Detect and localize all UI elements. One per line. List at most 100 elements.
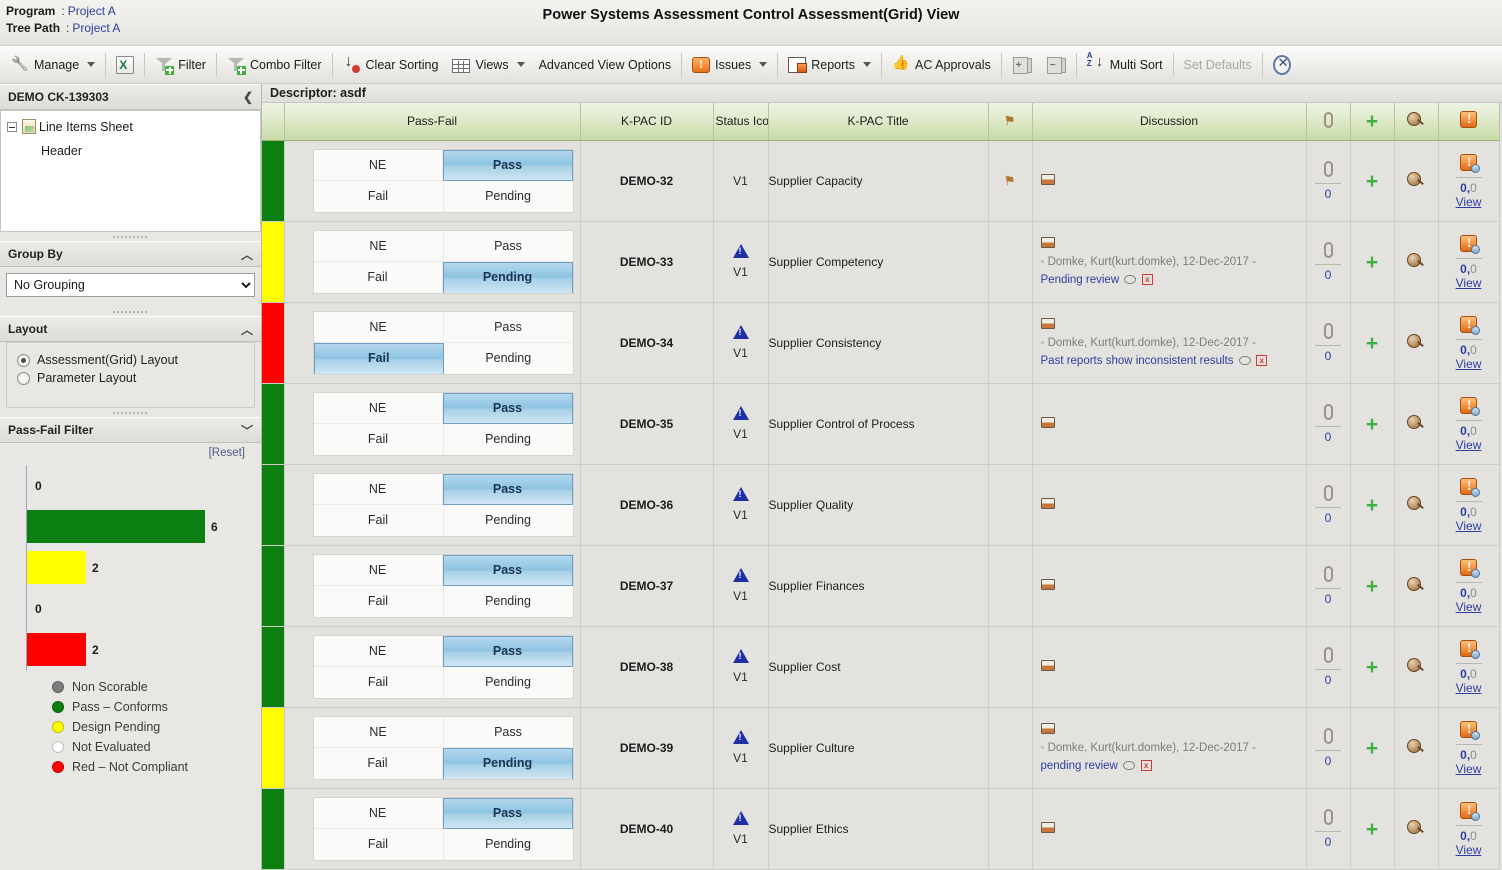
view-issues-link[interactable]: View [1456, 438, 1482, 452]
paperclip-icon[interactable] [1323, 242, 1333, 258]
flag-cell[interactable] [988, 545, 1033, 627]
discussion-icon[interactable] [1040, 236, 1055, 248]
pass-fail-option-ne[interactable]: NE [313, 393, 443, 424]
toolbar-filter-button[interactable]: Filter [148, 50, 213, 80]
attachment-cell[interactable]: 0 [1306, 140, 1351, 222]
pass-fail-option-pass[interactable]: Pass [442, 474, 573, 505]
tree-node-header[interactable]: Header [41, 144, 254, 158]
tree-panel-header[interactable]: DEMO CK-139303 ❮ [0, 84, 261, 110]
magnifier-icon[interactable] [1407, 414, 1425, 431]
issue-icon[interactable] [1460, 477, 1480, 497]
issues-cell[interactable]: 0,0View [1438, 302, 1500, 384]
kpac-id-link[interactable]: DEMO-39 [580, 707, 714, 789]
pass-fail-option-pass[interactable]: Pass [442, 393, 573, 424]
toolbar-close-button[interactable] [1266, 50, 1298, 80]
pass-fail-option-fail[interactable]: Fail [313, 181, 444, 212]
issues-cell[interactable]: 0,0View [1438, 140, 1500, 222]
comment-bubble-icon[interactable] [1238, 355, 1251, 365]
attachment-cell[interactable]: 0 [1306, 464, 1351, 546]
magnifier-icon[interactable] [1407, 171, 1425, 188]
plus-icon[interactable]: + [1366, 737, 1378, 760]
panel-resize-grip[interactable] [0, 307, 261, 316]
plus-icon[interactable]: + [1366, 818, 1378, 841]
pass-fail-option-ne[interactable]: NE [313, 555, 443, 586]
discussion-icon[interactable] [1040, 722, 1055, 734]
inspect-button[interactable] [1394, 788, 1439, 870]
table-row[interactable]: NEPassFailPendingDEMO-39 V1 Supplier Cultu… [262, 707, 1500, 789]
warning-icon[interactable] [732, 567, 749, 582]
chart-bar[interactable] [27, 510, 205, 543]
inspect-button[interactable] [1394, 302, 1439, 384]
issue-icon[interactable] [1460, 558, 1480, 578]
view-issues-link[interactable]: View [1456, 762, 1482, 776]
flag-cell[interactable] [988, 707, 1033, 789]
paperclip-icon[interactable] [1323, 728, 1333, 744]
plus-icon[interactable]: + [1366, 494, 1378, 517]
kpac-id-link[interactable]: DEMO-33 [580, 221, 714, 303]
pass-fail-option-fail[interactable]: Fail [313, 343, 444, 374]
layout-option-assessment-grid[interactable]: Assessment(Grid) Layout [17, 353, 250, 367]
pass-fail-option-pass[interactable]: Pass [442, 555, 573, 586]
view-issues-link[interactable]: View [1456, 519, 1482, 533]
add-row-button[interactable]: + [1350, 707, 1395, 789]
table-row[interactable]: NEPassFailPendingDEMO-38 V1 Supplier Cost 0… [262, 626, 1500, 708]
issues-cell[interactable]: 0,0View [1438, 788, 1500, 870]
discussion-icon[interactable] [1040, 659, 1055, 671]
chart-bar-row[interactable]: 6 [27, 506, 253, 547]
column-header-kpac-title[interactable]: K-PAC Title [768, 102, 989, 141]
toolbar-combo-filter-button[interactable]: Combo Filter [220, 50, 329, 80]
flag-cell[interactable] [988, 302, 1033, 384]
chart-bar-row[interactable]: 0 [27, 465, 253, 506]
column-header-status-icon[interactable]: Status Ico [713, 102, 769, 141]
discussion-text[interactable]: pending review [1041, 760, 1118, 772]
warning-icon[interactable] [732, 648, 749, 663]
pass-fail-option-pending[interactable]: Pending [443, 667, 573, 698]
magnifier-icon[interactable] [1407, 738, 1425, 755]
table-row[interactable]: NEPassFailPendingDEMO-36 V1 Supplier Quali… [262, 464, 1500, 546]
table-row[interactable]: NE Pass Fail Pending DEMO-32 V1 Supplier Capac… [262, 140, 1500, 222]
discussion-icon[interactable] [1040, 416, 1055, 428]
flag-cell[interactable] [988, 221, 1033, 303]
add-row-button[interactable]: + [1350, 626, 1395, 708]
pass-fail-option-pending[interactable]: Pending [443, 505, 573, 536]
pass-fail-option-ne[interactable]: NE [313, 312, 444, 343]
magnifier-icon[interactable] [1407, 495, 1425, 512]
kpac-id-link[interactable]: DEMO-32 [580, 140, 714, 222]
view-issues-link[interactable]: View [1456, 195, 1482, 209]
pass-fail-option-ne[interactable]: NE [313, 636, 443, 667]
table-row[interactable]: NEPassFailPendingDEMO-33 V1 Supplier Compe… [262, 221, 1500, 303]
chevron-left-icon[interactable]: ❮ [243, 90, 253, 104]
tree-node-line-items-sheet[interactable]: Line Items Sheet [7, 119, 254, 134]
pass-fail-option-ne[interactable]: NE [313, 798, 443, 829]
discussion-icon[interactable] [1040, 821, 1055, 833]
toolbar-add-copy-button[interactable]: + [1005, 50, 1039, 80]
chart-bar-row[interactable]: 2 [27, 629, 253, 670]
layout-header[interactable]: Layout ︿ [0, 316, 261, 342]
kpac-id-link[interactable]: DEMO-40 [580, 788, 714, 870]
discussion-icon[interactable] [1040, 173, 1055, 185]
flag-cell[interactable] [988, 788, 1033, 870]
magnifier-icon[interactable] [1407, 333, 1425, 350]
table-row[interactable]: NEPassFailPendingDEMO-37 V1 Supplier Finan… [262, 545, 1500, 627]
panel-resize-grip[interactable] [0, 408, 261, 417]
table-row[interactable]: NEPassFailPendingDEMO-35 V1 Supplier Contr… [262, 383, 1500, 465]
kpac-id-link[interactable]: DEMO-34 [580, 302, 714, 384]
issue-icon[interactable] [1460, 720, 1480, 740]
pass-fail-option-pending[interactable]: Pending [442, 262, 573, 293]
pass-fail-option-pending[interactable]: Pending [443, 829, 573, 860]
inspect-button[interactable] [1394, 707, 1439, 789]
delete-comment-icon[interactable]: x [1141, 273, 1153, 285]
pass-fail-option-ne[interactable]: NE [313, 717, 444, 748]
kpac-id-link[interactable]: DEMO-38 [580, 626, 714, 708]
pass-fail-option-pass[interactable]: Pass [443, 231, 573, 262]
pass-fail-option-fail[interactable]: Fail [313, 748, 443, 779]
warning-icon[interactable] [732, 729, 749, 744]
toolbar-clear-sorting-button[interactable]: Clear Sorting [336, 50, 446, 80]
comment-bubble-icon[interactable] [1124, 274, 1137, 284]
issue-icon[interactable] [1460, 315, 1480, 335]
pass-fail-option-pending[interactable]: Pending [442, 748, 573, 779]
comment-bubble-icon[interactable] [1123, 760, 1136, 770]
pass-fail-option-fail[interactable]: Fail [313, 667, 444, 698]
paperclip-icon[interactable] [1323, 566, 1333, 582]
inspect-button[interactable] [1394, 464, 1439, 546]
